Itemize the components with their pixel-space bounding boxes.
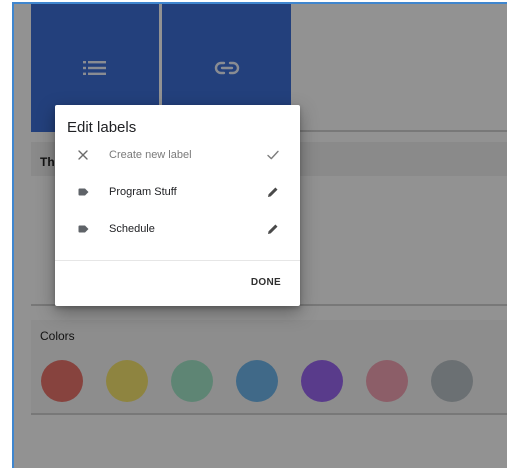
- label-icon: [75, 184, 91, 200]
- label-row[interactable]: Schedule: [55, 214, 300, 244]
- done-button[interactable]: DONE: [251, 277, 281, 288]
- create-label-input[interactable]: Create new label: [109, 149, 192, 161]
- edit-labels-dialog: Edit labels Create new label Program Stu…: [55, 105, 300, 306]
- close-icon[interactable]: [75, 147, 91, 163]
- pencil-icon[interactable]: [266, 185, 280, 199]
- pencil-icon[interactable]: [266, 222, 280, 236]
- label-icon: [75, 221, 91, 237]
- label-name: Program Stuff: [109, 186, 177, 198]
- dialog-divider: [55, 260, 300, 261]
- label-name: Schedule: [109, 223, 155, 235]
- label-row[interactable]: Program Stuff: [55, 177, 300, 207]
- check-icon[interactable]: [266, 148, 280, 162]
- dialog-title: Edit labels: [67, 119, 137, 136]
- create-label-row: Create new label: [55, 140, 300, 170]
